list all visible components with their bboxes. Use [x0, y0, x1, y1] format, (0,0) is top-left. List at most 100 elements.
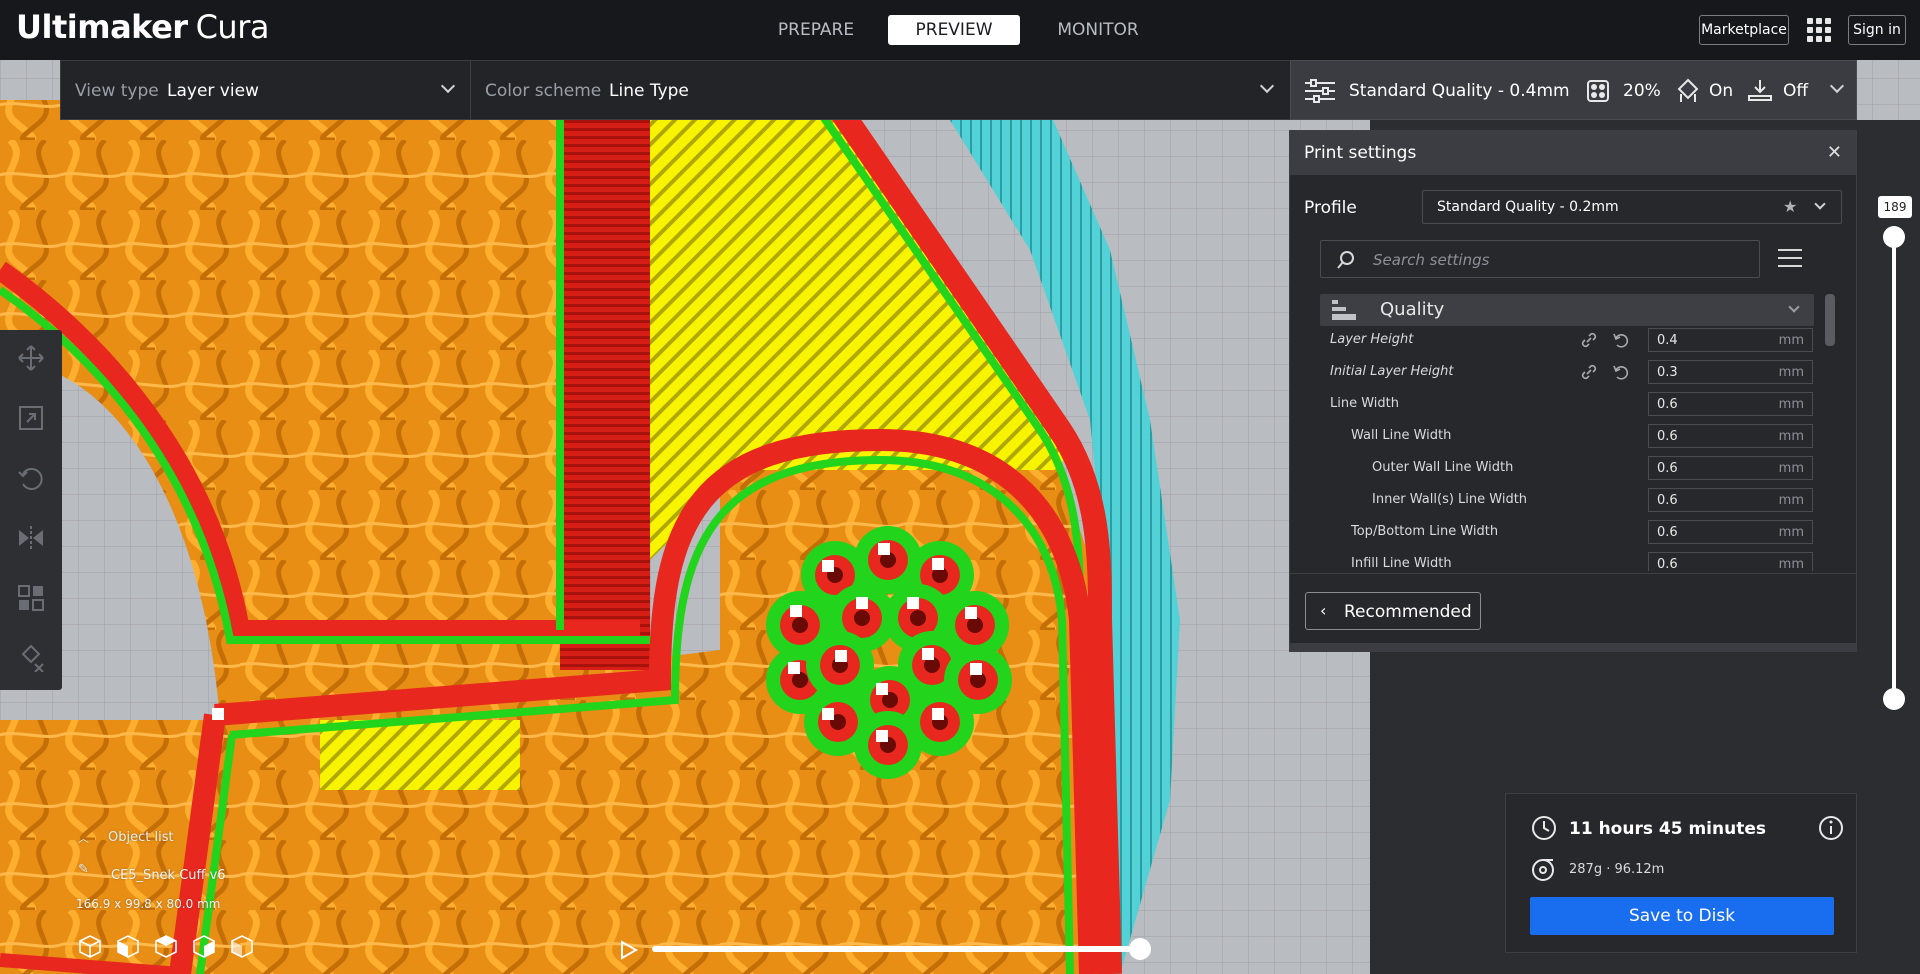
setting-input[interactable]: 0.4 mm: [1648, 328, 1813, 352]
setting-unit: mm: [1778, 461, 1804, 476]
setting-input[interactable]: 0.3 mm: [1648, 360, 1813, 384]
print-settings-panel: Print settings ✕ Profile Standard Qualit…: [1289, 130, 1857, 652]
profile-dropdown[interactable]: Standard Quality - 0.2mm ★: [1422, 190, 1842, 224]
setting-input[interactable]: 0.6 mm: [1648, 488, 1813, 512]
pencil-icon: ✎: [78, 862, 89, 877]
support-status: On: [1709, 81, 1734, 101]
panel-header: Print settings ✕: [1290, 131, 1856, 175]
view-type-dropdown[interactable]: View type Layer view: [61, 61, 470, 119]
chevron-down-icon: [440, 78, 456, 94]
setting-input[interactable]: 0.6 mm: [1648, 392, 1813, 416]
setting-label: Inner Wall(s) Line Width: [1372, 492, 1528, 507]
front-view-icon[interactable]: [117, 935, 139, 958]
left-view-icon[interactable]: [193, 935, 215, 958]
layer-slider-track[interactable]: [1892, 236, 1896, 700]
marketplace-button[interactable]: Marketplace: [1699, 15, 1789, 45]
view-type-label: View type: [75, 81, 159, 101]
setting-value: 0.6: [1657, 397, 1678, 412]
right-view-icon[interactable]: [231, 935, 253, 958]
simulation-slider-track[interactable]: [652, 946, 1140, 952]
setting-row-line-width: Line Width 0.6 mm: [1290, 391, 1830, 417]
panel-resize-handle[interactable]: [1290, 643, 1856, 651]
search-settings-input[interactable]: Search settings: [1320, 240, 1760, 278]
setting-input[interactable]: 0.6 mm: [1648, 456, 1813, 480]
setting-unit: mm: [1778, 333, 1804, 348]
chevron-down-icon: [1829, 78, 1845, 94]
support-blocker-icon[interactable]: [17, 644, 45, 672]
search-icon: [1337, 251, 1354, 269]
star-icon[interactable]: ★: [1783, 197, 1797, 216]
category-quality[interactable]: Quality: [1320, 294, 1814, 326]
infill-percentage: 20%: [1623, 81, 1661, 101]
chevron-down-icon: [1814, 198, 1826, 210]
setting-label: Line Width: [1330, 396, 1399, 411]
setting-label: Layer Height: [1330, 332, 1414, 347]
settings-visibility-menu-icon[interactable]: [1778, 249, 1802, 269]
reset-icon[interactable]: [1612, 331, 1630, 349]
panel-divider: [1290, 573, 1856, 574]
move-tool-icon[interactable]: [17, 344, 45, 372]
save-to-disk-button[interactable]: Save to Disk: [1530, 897, 1834, 935]
setting-row-top-bottom-line-width: Top/Bottom Line Width 0.6 mm: [1290, 519, 1830, 545]
link-icon[interactable]: [1580, 363, 1598, 381]
sign-in-button[interactable]: Sign in: [1848, 15, 1906, 45]
print-setup-selector[interactable]: Standard Quality - 0.4mm 20% On Off: [1290, 60, 1857, 120]
color-scheme-dropdown[interactable]: Color scheme Line Type: [471, 61, 1291, 119]
setting-label: Infill Line Width: [1351, 556, 1452, 571]
tab-preview[interactable]: PREVIEW: [888, 15, 1020, 45]
chevron-down-icon: [1788, 301, 1800, 313]
top-header: Ultimaker Cura PREPARE PREVIEW MONITOR Ma…: [0, 0, 1920, 60]
setting-unit: mm: [1778, 493, 1804, 508]
setting-unit: mm: [1778, 557, 1804, 571]
object-dimensions: 166.9 x 99.8 x 80.0 mm: [76, 897, 221, 911]
print-profile-summary: Standard Quality - 0.4mm: [1349, 81, 1570, 101]
print-time: 11 hours 45 minutes: [1569, 819, 1766, 839]
setting-row-layer-height: Layer Height 0.4 mm: [1290, 327, 1830, 353]
setting-label: Initial Layer Height: [1330, 364, 1454, 379]
simulation-slider-handle[interactable]: [1129, 938, 1151, 960]
setting-unit: mm: [1778, 525, 1804, 540]
setting-unit: mm: [1778, 365, 1804, 380]
profile-value: Standard Quality - 0.2mm: [1437, 199, 1619, 215]
setting-input[interactable]: 0.6 mm: [1648, 552, 1813, 571]
infill-icon: [1587, 80, 1609, 102]
play-icon[interactable]: [618, 940, 638, 960]
tab-prepare[interactable]: PREPARE: [760, 15, 872, 45]
material-usage: 287g · 96.12m: [1569, 862, 1665, 877]
current-layer-badge[interactable]: 189: [1878, 196, 1912, 218]
setting-input[interactable]: 0.6 mm: [1648, 520, 1813, 544]
setting-row-wall-line-width: Wall Line Width 0.6 mm: [1290, 423, 1830, 449]
object-name[interactable]: CE5_Snek Cuff v6: [111, 868, 226, 883]
color-scheme-value: Line Type: [609, 81, 689, 101]
tab-monitor[interactable]: MONITOR: [1040, 15, 1156, 45]
setting-value: 0.6: [1657, 461, 1678, 476]
per-model-settings-icon[interactable]: [17, 584, 45, 612]
top-view-icon[interactable]: [155, 935, 177, 958]
layer-slider-upper-handle[interactable]: [1883, 226, 1905, 248]
setting-input[interactable]: 0.6 mm: [1648, 424, 1813, 448]
setting-row-inner-wall-line-width: Inner Wall(s) Line Width 0.6 mm: [1290, 487, 1830, 513]
layer-slider-lower-handle[interactable]: [1883, 688, 1905, 710]
setting-value: 0.3: [1657, 365, 1678, 380]
info-icon[interactable]: [1818, 815, 1844, 841]
recommended-mode-button[interactable]: ‹ Recommended: [1305, 592, 1481, 630]
setting-value: 0.4: [1657, 333, 1678, 348]
reset-icon[interactable]: [1612, 363, 1630, 381]
link-icon[interactable]: [1580, 331, 1598, 349]
chevron-down-icon: [1259, 78, 1275, 94]
apps-grid-icon[interactable]: [1807, 18, 1831, 42]
object-list-title[interactable]: Object list: [108, 830, 174, 845]
scale-tool-icon[interactable]: [17, 404, 45, 432]
3d-view-icon[interactable]: [79, 935, 101, 958]
camera-view-buttons: [78, 933, 258, 959]
setting-unit: mm: [1778, 429, 1804, 444]
search-placeholder: Search settings: [1373, 251, 1490, 269]
setting-value: 0.6: [1657, 429, 1678, 444]
mirror-tool-icon[interactable]: [17, 524, 45, 552]
setting-label: Top/Bottom Line Width: [1351, 524, 1499, 539]
quality-layers-icon: [1332, 300, 1356, 320]
rotate-tool-icon[interactable]: [17, 464, 45, 492]
chevron-up-icon[interactable]: ︿: [78, 830, 89, 846]
close-icon[interactable]: ✕: [1827, 142, 1842, 163]
brand-product: Cura: [195, 8, 270, 46]
